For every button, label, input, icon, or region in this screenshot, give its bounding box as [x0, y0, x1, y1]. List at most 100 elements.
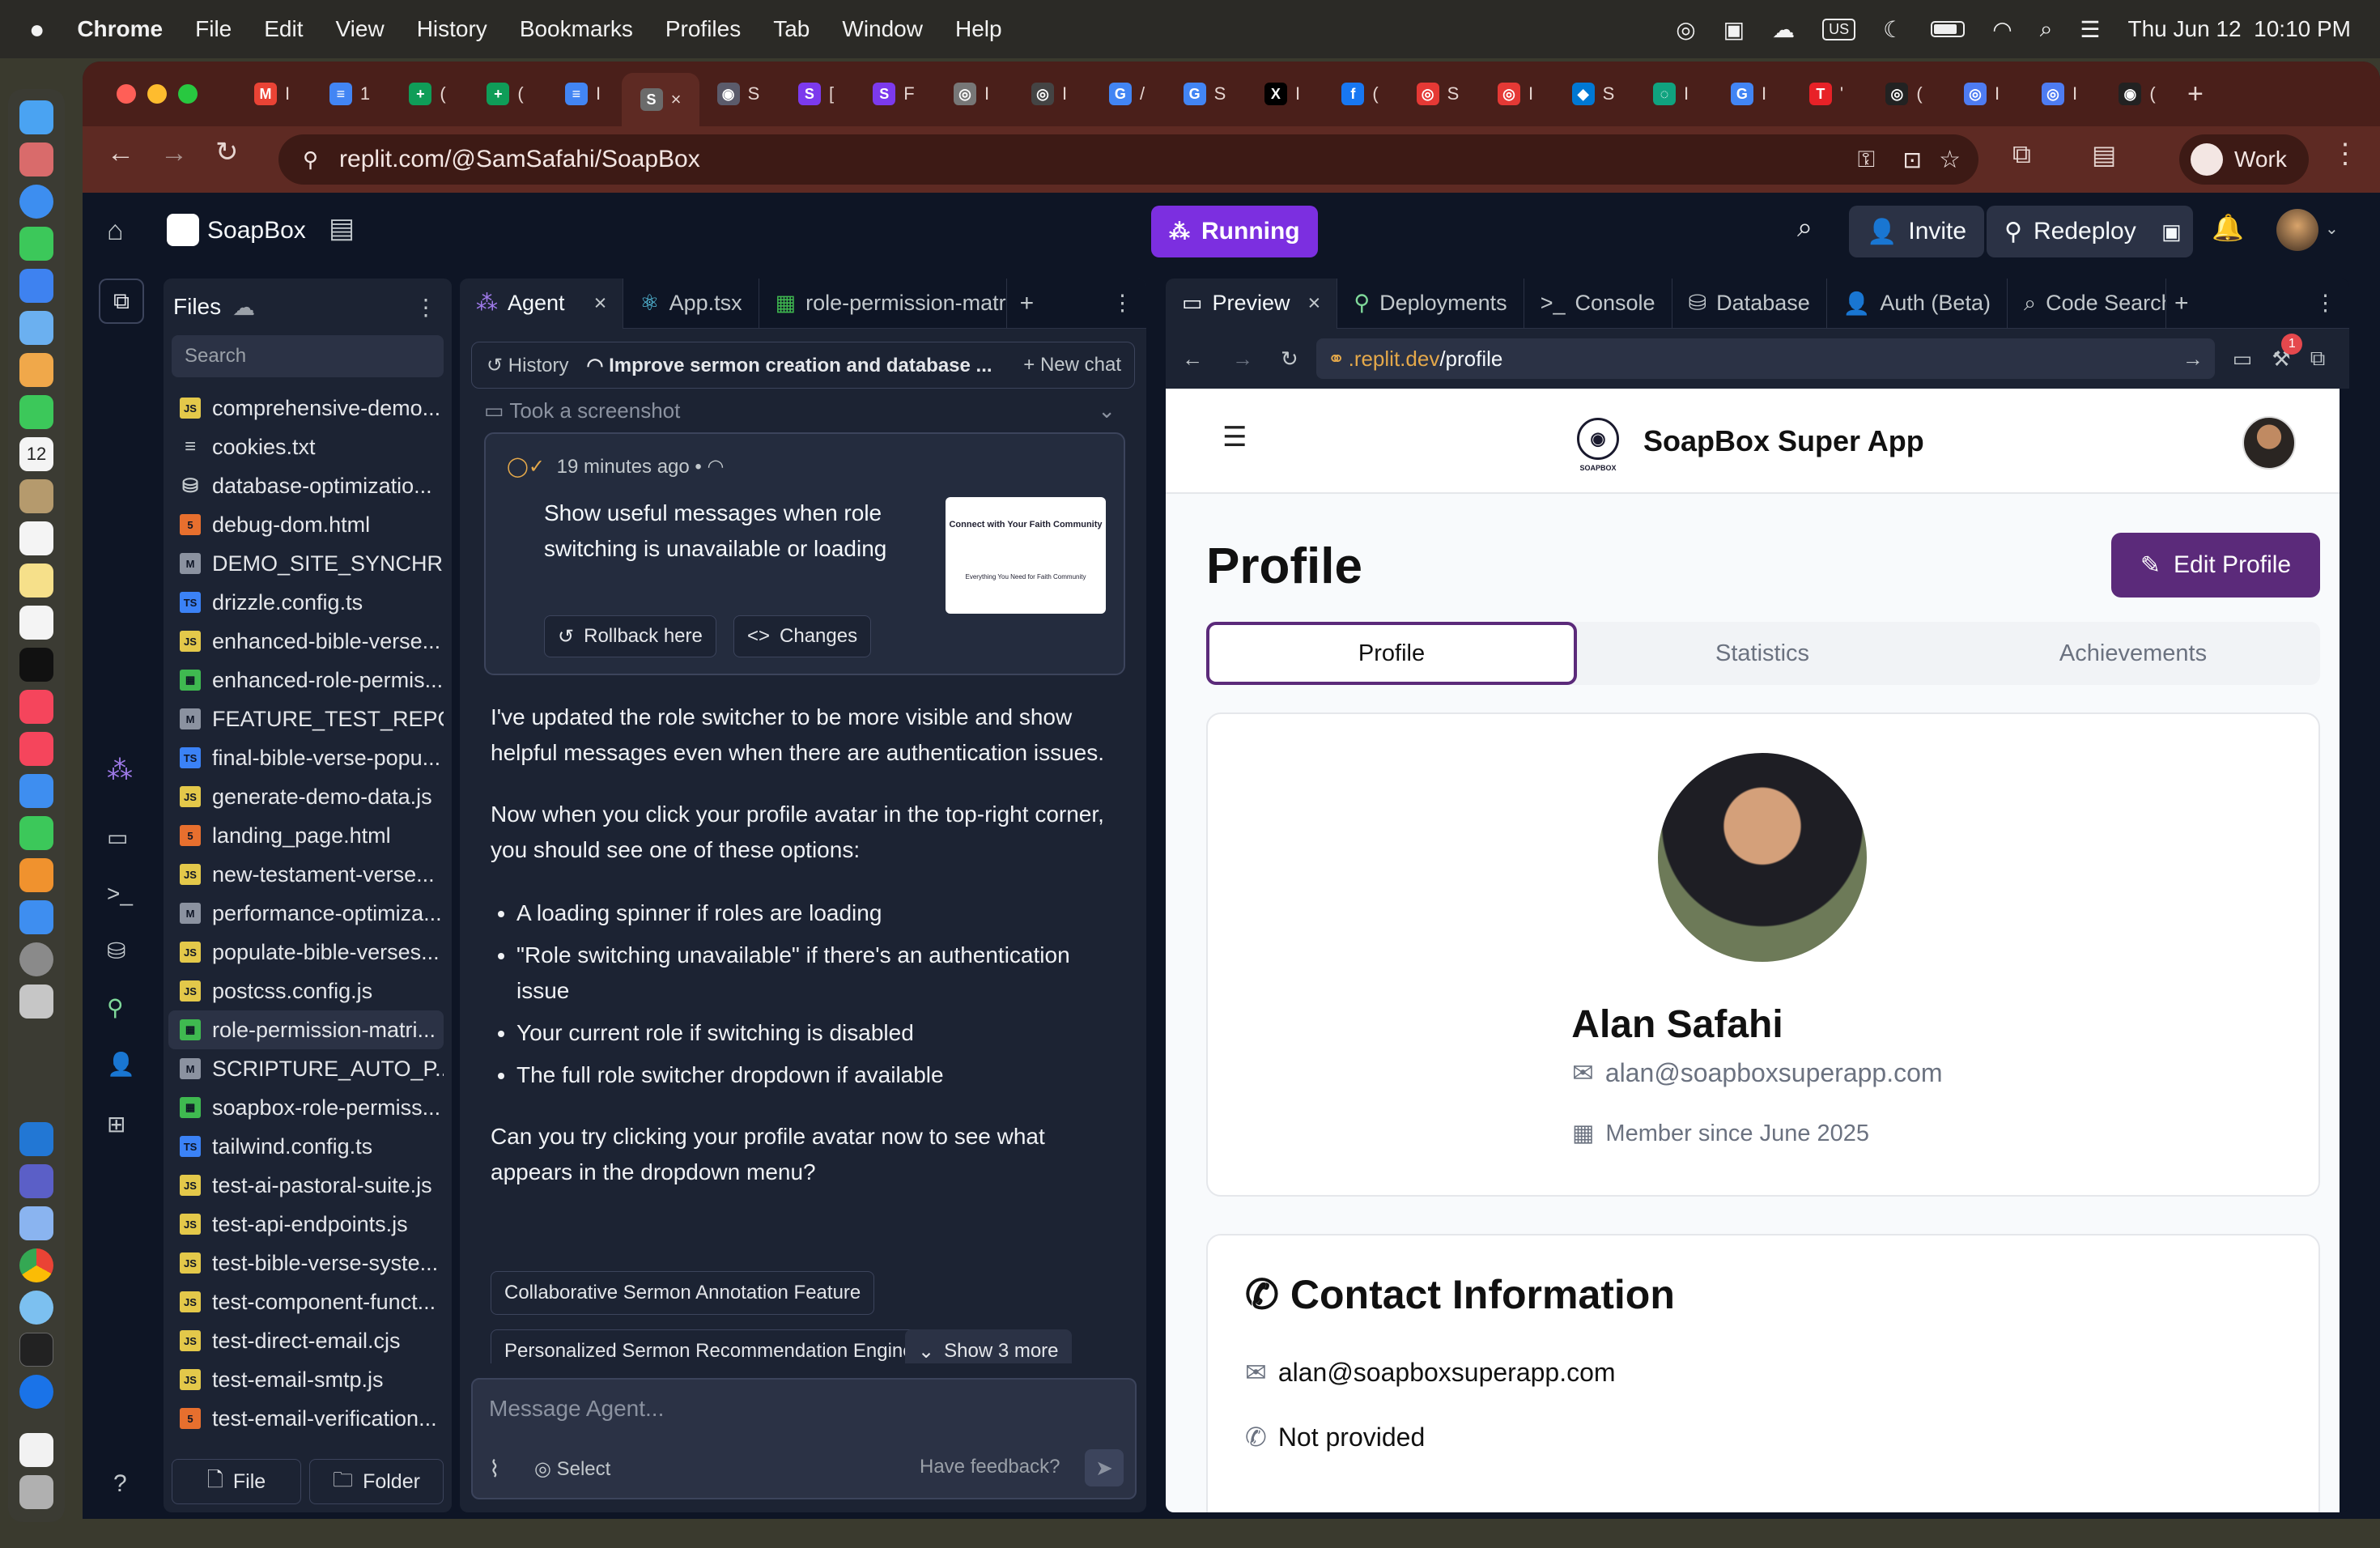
chevron-down-icon[interactable]: ⌄: [2325, 219, 2339, 239]
finder-icon[interactable]: [19, 100, 53, 134]
file-item[interactable]: M FEATURE_TEST_REPO...: [168, 700, 444, 738]
file-item[interactable]: M SCRIPTURE_AUTO_P...: [168, 1049, 444, 1088]
extensions-icon[interactable]: ⧉: [2012, 139, 2031, 170]
agent-rail-icon[interactable]: ⁂: [107, 755, 133, 785]
site-info-icon[interactable]: ⚲: [303, 147, 318, 172]
menu-window[interactable]: Window: [842, 16, 923, 42]
preview-url-input[interactable]: ⚭ .replit.dev /profile →: [1315, 338, 2215, 379]
add-tab-icon[interactable]: +: [2174, 290, 2189, 317]
hamburger-icon[interactable]: ☰: [1222, 421, 1247, 453]
file-item[interactable]: TS tailwind.config.ts: [168, 1127, 444, 1166]
file-item[interactable]: JS postcss.config.js: [168, 972, 444, 1010]
preview-forward-icon[interactable]: →: [1232, 347, 1253, 372]
browser-tab[interactable]: XI: [1243, 72, 1321, 116]
browser-tab[interactable]: S[: [777, 72, 855, 116]
app-user-avatar[interactable]: [2242, 416, 2296, 470]
messages-icon[interactable]: [19, 227, 53, 261]
send-icon[interactable]: ➤: [1085, 1449, 1124, 1486]
maps-icon[interactable]: [19, 311, 53, 345]
tab-console[interactable]: >_ Console: [1524, 279, 1672, 329]
safari-icon[interactable]: [19, 185, 53, 219]
attach-icon[interactable]: ⌇: [489, 1456, 500, 1482]
browser-tab[interactable]: ≡ I: [544, 72, 622, 116]
browser-tab[interactable]: T ': [1787, 72, 1865, 116]
numbers-icon[interactable]: [19, 816, 53, 850]
file-item[interactable]: TS drizzle.config.ts: [168, 583, 444, 622]
new-chat-button[interactable]: + New chat: [1023, 354, 1121, 376]
browser-tab[interactable]: ◎ I: [1943, 72, 2021, 116]
feedback-link[interactable]: Have feedback?: [920, 1456, 1060, 1478]
file-item[interactable]: M DEMO_SITE_SYNCHR...: [168, 544, 444, 583]
close-window-icon[interactable]: [117, 84, 136, 104]
file-item[interactable]: JS test-api-endpoints.js: [168, 1205, 444, 1244]
browser-tab[interactable]: f(: [1321, 72, 1399, 116]
workspace-menu-icon[interactable]: ▤: [329, 212, 355, 245]
file-item[interactable]: JS test-direct-email.cjs: [168, 1321, 444, 1360]
facetime-icon[interactable]: [19, 395, 53, 429]
calendar-icon[interactable]: 12: [19, 437, 53, 471]
database-rail-icon[interactable]: ⛁: [107, 938, 125, 964]
file-item[interactable]: ≡ cookies.txt: [168, 427, 444, 466]
control-center-icon[interactable]: ☰: [2080, 16, 2100, 43]
new-tab-icon[interactable]: +: [2187, 79, 2204, 110]
preview-reload-icon[interactable]: ↻: [1281, 347, 1298, 372]
browser-tab[interactable]: ◎(: [1865, 72, 1943, 116]
photos-icon[interactable]: [19, 353, 53, 387]
browser-tab[interactable]: ◎ I: [1010, 72, 1088, 116]
rollback-button[interactable]: ↺ Rollback here: [544, 615, 716, 657]
tab-role-matrix[interactable]: ▦ role-permission-matrix: [759, 279, 1007, 329]
shell-rail-icon[interactable]: >_: [107, 881, 133, 907]
app-logo[interactable]: SOAPBOX ◉: [1577, 418, 1619, 472]
address-bar[interactable]: ⚲ replit.com/@SamSafahi/SoapBox ⚿ ⊡ ☆: [278, 134, 1978, 185]
message-input[interactable]: Message Agent...: [489, 1396, 664, 1422]
tab-auth[interactable]: 👤 Auth (Beta): [1827, 279, 2008, 329]
menu-history[interactable]: History: [417, 16, 487, 42]
chrome-menu-icon[interactable]: ⋮: [2331, 138, 2359, 170]
onepassword-icon[interactable]: [19, 1375, 53, 1409]
close-tab-icon[interactable]: ×: [594, 291, 607, 316]
file-item[interactable]: 5 debug-dom.html: [168, 505, 444, 544]
browser-tab[interactable]: ≡ 1: [311, 72, 389, 116]
mail-icon[interactable]: [19, 269, 53, 303]
profile-chip[interactable]: Work: [2179, 134, 2309, 185]
home-icon[interactable]: ⌂: [107, 215, 124, 247]
files-menu-icon[interactable]: ⋮: [414, 294, 437, 321]
file-item[interactable]: 5 landing_page.html: [168, 816, 444, 855]
changes-button[interactable]: <> Changes: [733, 615, 872, 657]
side-panel-icon[interactable]: ▤: [2092, 139, 2116, 170]
minimize-window-icon[interactable]: [147, 84, 167, 104]
file-item[interactable]: TS final-bible-verse-popu...: [168, 738, 444, 777]
pages-icon[interactable]: [19, 858, 53, 892]
menu-app-name[interactable]: Chrome: [77, 16, 163, 42]
status-icon-b[interactable]: ▣: [1723, 16, 1745, 43]
preview-menu-icon[interactable]: ⋮: [2314, 291, 2336, 316]
prev-step[interactable]: ▭ Took a screenshot ⌄: [484, 398, 1116, 423]
clock[interactable]: Thu Jun 12 10:10 PM: [2127, 16, 2351, 42]
spotlight-icon[interactable]: ⌕: [2040, 16, 2053, 43]
project-logo[interactable]: [167, 214, 199, 246]
file-item[interactable]: ▦ soapbox-role-permiss...: [168, 1088, 444, 1127]
browser-tab[interactable]: ◎ S: [1399, 72, 1477, 116]
file-item[interactable]: JS test-bible-verse-syste...: [168, 1244, 444, 1282]
search-icon[interactable]: ⌕: [1797, 212, 1813, 244]
menu-edit[interactable]: Edit: [264, 16, 303, 42]
chrome-dev-icon[interactable]: [19, 1291, 53, 1325]
tab-statistics[interactable]: Statistics: [1577, 622, 1948, 685]
open-new-tab-icon[interactable]: ⧉: [2310, 346, 2326, 372]
project-name[interactable]: SoapBox: [207, 217, 306, 245]
new-folder-button[interactable]: 🗀 Folder: [309, 1459, 444, 1504]
file-item[interactable]: Mperformance-optimiza...: [168, 894, 444, 933]
reminders-icon[interactable]: [19, 521, 53, 555]
moon-icon[interactable]: ☾: [1883, 16, 1903, 43]
launchpad-icon[interactable]: [19, 142, 53, 176]
file-item[interactable]: JS test-email-smtp.js: [168, 1360, 444, 1399]
file-item[interactable]: JS enhanced-bible-verse...: [168, 622, 444, 661]
preview-app-icon[interactable]: [19, 985, 53, 1019]
file-item[interactable]: JS populate-bible-verses...: [168, 933, 444, 972]
file-item[interactable]: 5 test-email-verification...: [168, 1399, 444, 1433]
menu-view[interactable]: View: [336, 16, 385, 42]
browser-tab[interactable]: GI: [1710, 72, 1787, 116]
select-button[interactable]: ◎ Select: [534, 1457, 610, 1481]
help-icon[interactable]: ?: [113, 1470, 127, 1498]
file-search-input[interactable]: Search: [172, 335, 444, 377]
